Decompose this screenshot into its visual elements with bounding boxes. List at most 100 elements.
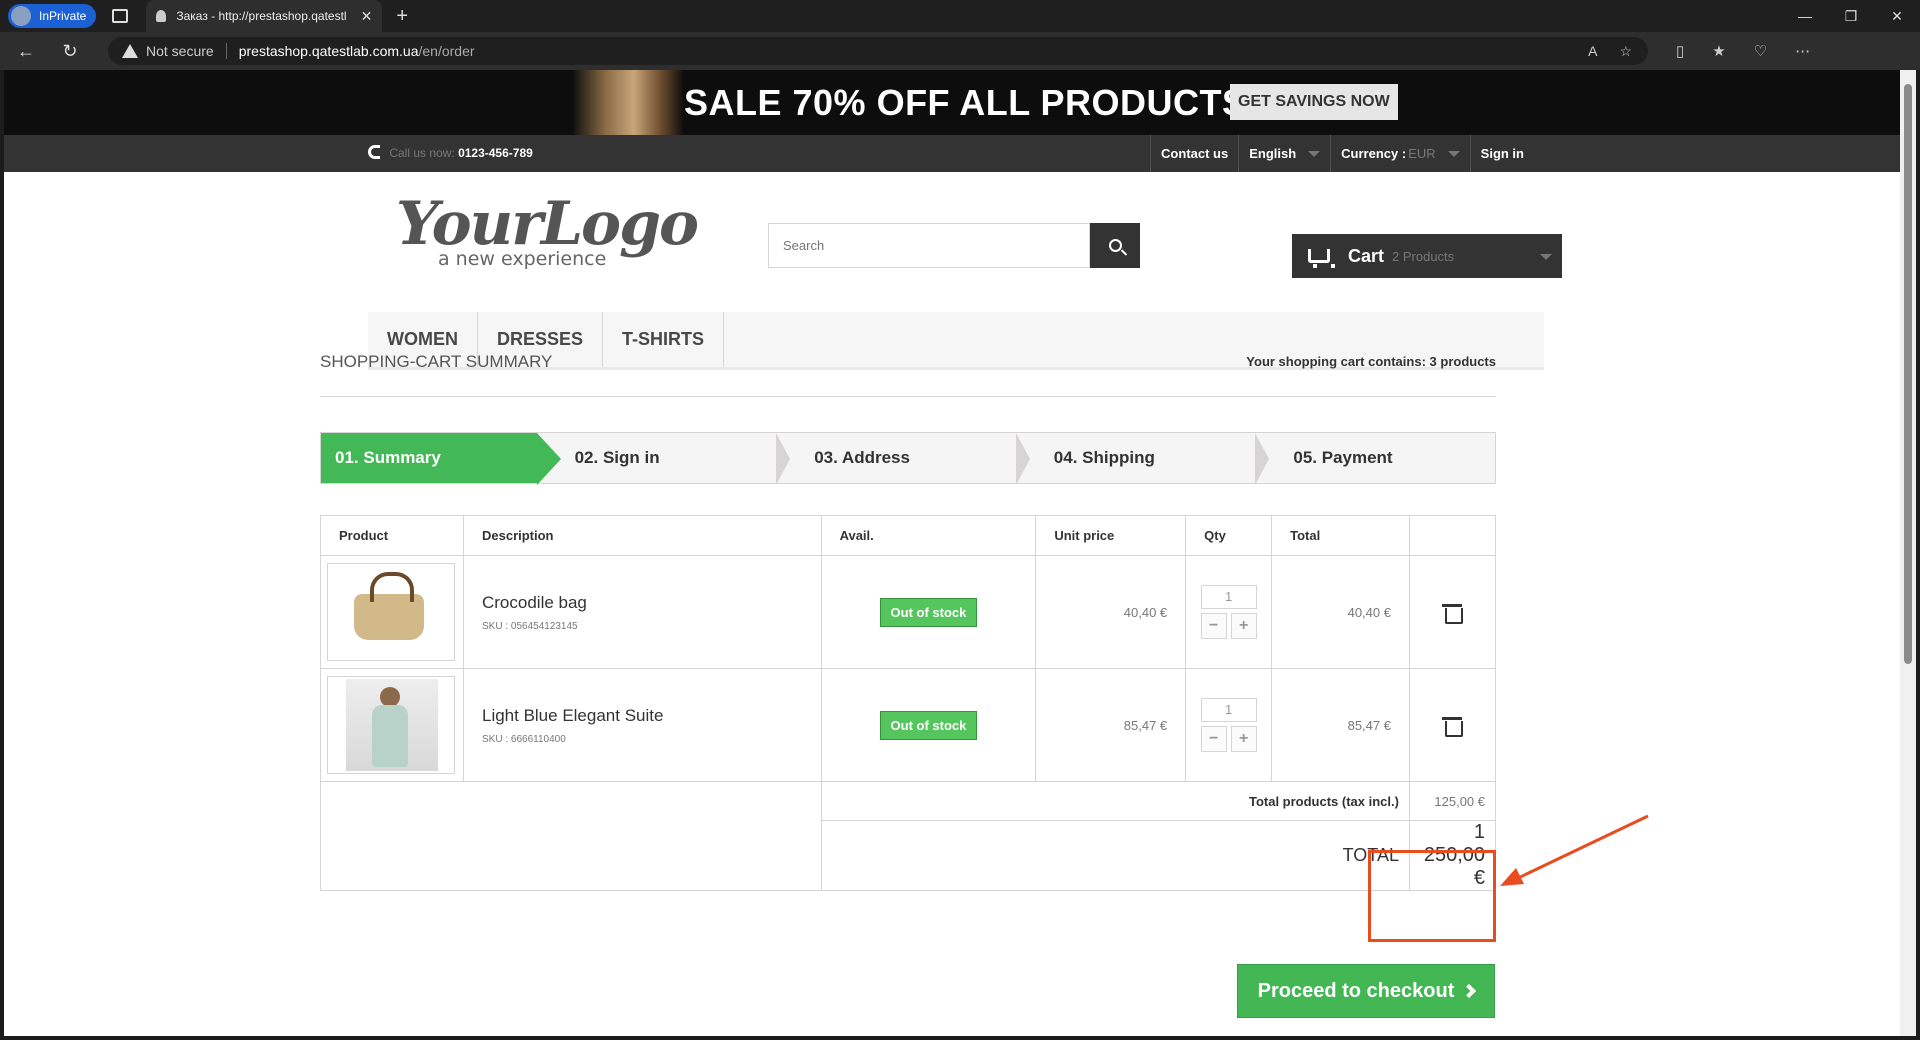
url-field[interactable]: Not secure prestashop.qatestlab.com.ua /…: [108, 37, 1648, 65]
product-name-link[interactable]: Light Blue Elegant Suite: [482, 706, 821, 726]
column-header-unit-price: Unit price: [1035, 515, 1187, 556]
cart-label: Cart: [1348, 245, 1385, 266]
column-header-description: Description: [462, 515, 822, 556]
scrollbar-thumb[interactable]: [1904, 84, 1912, 664]
cart-contains-summary: Your shopping cart contains: 3 products: [1246, 354, 1496, 369]
back-icon[interactable]: ←: [8, 41, 44, 62]
column-header-qty: Qty: [1185, 515, 1273, 556]
tab-actions-icon[interactable]: [112, 9, 129, 23]
quantity-stepper: 1 − +: [1200, 698, 1257, 752]
refresh-icon[interactable]: ↻: [52, 41, 88, 62]
unit-price: 85,47 €: [1035, 668, 1187, 782]
site-logo[interactable]: YourLogo a new experience: [396, 194, 699, 270]
minus-button[interactable]: −: [1200, 726, 1227, 752]
divider: [320, 396, 1496, 397]
more-menu-icon[interactable]: ⋯: [1795, 42, 1810, 60]
plus-button[interactable]: +: [1230, 613, 1257, 639]
read-aloud-icon[interactable]: A: [1588, 43, 1597, 60]
product-sku: SKU : 6666110400: [481, 733, 566, 745]
product-description: Light Blue Elegant Suite SKU : 666611040…: [462, 668, 822, 782]
browser-tab-strip: InPrivate Заказ - http://prestashop.qate…: [0, 0, 1920, 32]
line-total: 85,47 €: [1271, 668, 1410, 782]
product-name-link[interactable]: Crocodile bag: [482, 593, 821, 613]
top-nav-links: Contact us English Currency : EUR Sign i…: [1150, 135, 1534, 172]
product-image-cell: [320, 668, 464, 782]
call-us: Call us now: 0123-456-789: [368, 145, 533, 160]
phone-number: 0123-456-789: [458, 146, 533, 160]
divider: [225, 43, 227, 59]
cart-dropdown[interactable]: Cart 2 Products: [1292, 234, 1562, 278]
new-tab-button[interactable]: +: [396, 5, 408, 28]
language-selector[interactable]: English: [1238, 135, 1330, 172]
step-shipping[interactable]: 04. Shipping: [1016, 433, 1269, 485]
favicon-icon: [156, 10, 167, 22]
step-summary[interactable]: 01. Summary: [321, 433, 561, 485]
trash-icon[interactable]: [1442, 602, 1464, 624]
quantity-stepper: 1 − +: [1200, 585, 1257, 639]
url-host: prestashop.qatestlab.com.ua: [238, 43, 419, 59]
product-image-cell: [320, 555, 464, 669]
search-form: [768, 223, 1140, 268]
contact-us-link[interactable]: Contact us: [1150, 135, 1238, 172]
sign-in-link[interactable]: Sign in: [1469, 135, 1534, 172]
window-close-icon[interactable]: ✕: [1874, 0, 1920, 32]
quantity-input[interactable]: 1: [1200, 585, 1257, 609]
step-address[interactable]: 03. Address: [776, 433, 1030, 485]
product-image-crocodile-bag[interactable]: [327, 563, 455, 661]
language-value: English: [1249, 146, 1297, 161]
browser-toolbar-right: ▯ ★ ♡ ⋯: [1676, 42, 1810, 60]
chevron-down-icon: [1540, 254, 1552, 260]
browser-essentials-icon[interactable]: ♡: [1754, 42, 1767, 60]
minus-button[interactable]: −: [1200, 613, 1227, 639]
currency-selector[interactable]: Currency : EUR: [1330, 135, 1469, 172]
menu-item-tshirts[interactable]: T-shirts: [603, 312, 725, 367]
total-products-label: Total products (tax incl.): [820, 781, 1410, 821]
search-button[interactable]: [1090, 223, 1140, 268]
split-screen-icon[interactable]: ▯: [1676, 42, 1684, 60]
favorites-icon[interactable]: ★: [1712, 42, 1725, 60]
chevron-right-icon: [1462, 983, 1477, 999]
browser-tab-order[interactable]: Заказ - http://prestashop.qatestl ✕: [146, 0, 383, 32]
currency-value: EUR: [1408, 146, 1436, 161]
line-total: 40,40 €: [1271, 555, 1410, 669]
tab-close-icon[interactable]: ✕: [361, 8, 373, 25]
omnibox-actions: A ☆: [1588, 43, 1648, 60]
plus-button[interactable]: +: [1230, 726, 1257, 752]
step-payment[interactable]: 05. Payment: [1255, 433, 1495, 483]
inprivate-badge[interactable]: InPrivate: [8, 4, 97, 28]
chevron-down-icon: [1447, 150, 1460, 157]
trash-icon[interactable]: [1442, 715, 1464, 737]
unit-price: 40,40 €: [1035, 555, 1187, 669]
delete-cell: [1408, 668, 1497, 782]
logo-tagline: a new experience: [438, 248, 607, 270]
shopping-cart-icon: [1308, 249, 1335, 268]
security-label: Not secure: [146, 43, 214, 59]
cart-contains-label: Your shopping cart contains:: [1246, 354, 1426, 369]
profile-avatar-icon: [11, 6, 31, 26]
restore-icon[interactable]: ❐: [1828, 0, 1874, 32]
step-sign-in[interactable]: 02. Sign in: [537, 433, 790, 485]
quantity-input[interactable]: 1: [1200, 698, 1257, 722]
checkout-steps: 01. Summary 02. Sign in 03. Address 04. …: [320, 432, 1496, 485]
qty-cell: 1 − +: [1185, 668, 1273, 782]
product-image-light-blue-suite[interactable]: [327, 676, 455, 774]
table-row: Light Blue Elegant Suite SKU : 666611040…: [320, 668, 1497, 782]
promo-banner[interactable]: SALE 70% OFF ALL PRODUCTS GET SAVINGS NO…: [4, 70, 1900, 135]
total-label: TOTAL: [820, 820, 1410, 891]
proceed-to-checkout-button[interactable]: Proceed to checkout: [1237, 964, 1495, 1018]
page-scrollbar[interactable]: [1900, 70, 1916, 1036]
annotation-highlight-box: [1368, 850, 1496, 942]
total-products-row: Total products (tax incl.) 125,00 €: [320, 781, 1497, 891]
not-secure-warning-icon: [122, 44, 138, 58]
banner-cta-button[interactable]: GET SAVINGS NOW: [1230, 84, 1398, 120]
search-input[interactable]: [768, 223, 1090, 268]
favorite-star-icon[interactable]: ☆: [1619, 43, 1632, 60]
bag-image: [354, 572, 424, 640]
inprivate-label: InPrivate: [39, 9, 87, 23]
column-header-delete: [1408, 515, 1497, 556]
page-title: Shopping-cart summary: [320, 352, 553, 371]
call-label: Call us now:: [389, 146, 455, 160]
search-icon: [1108, 239, 1122, 252]
phone-icon: [368, 145, 380, 159]
minimize-icon[interactable]: —: [1782, 0, 1828, 32]
